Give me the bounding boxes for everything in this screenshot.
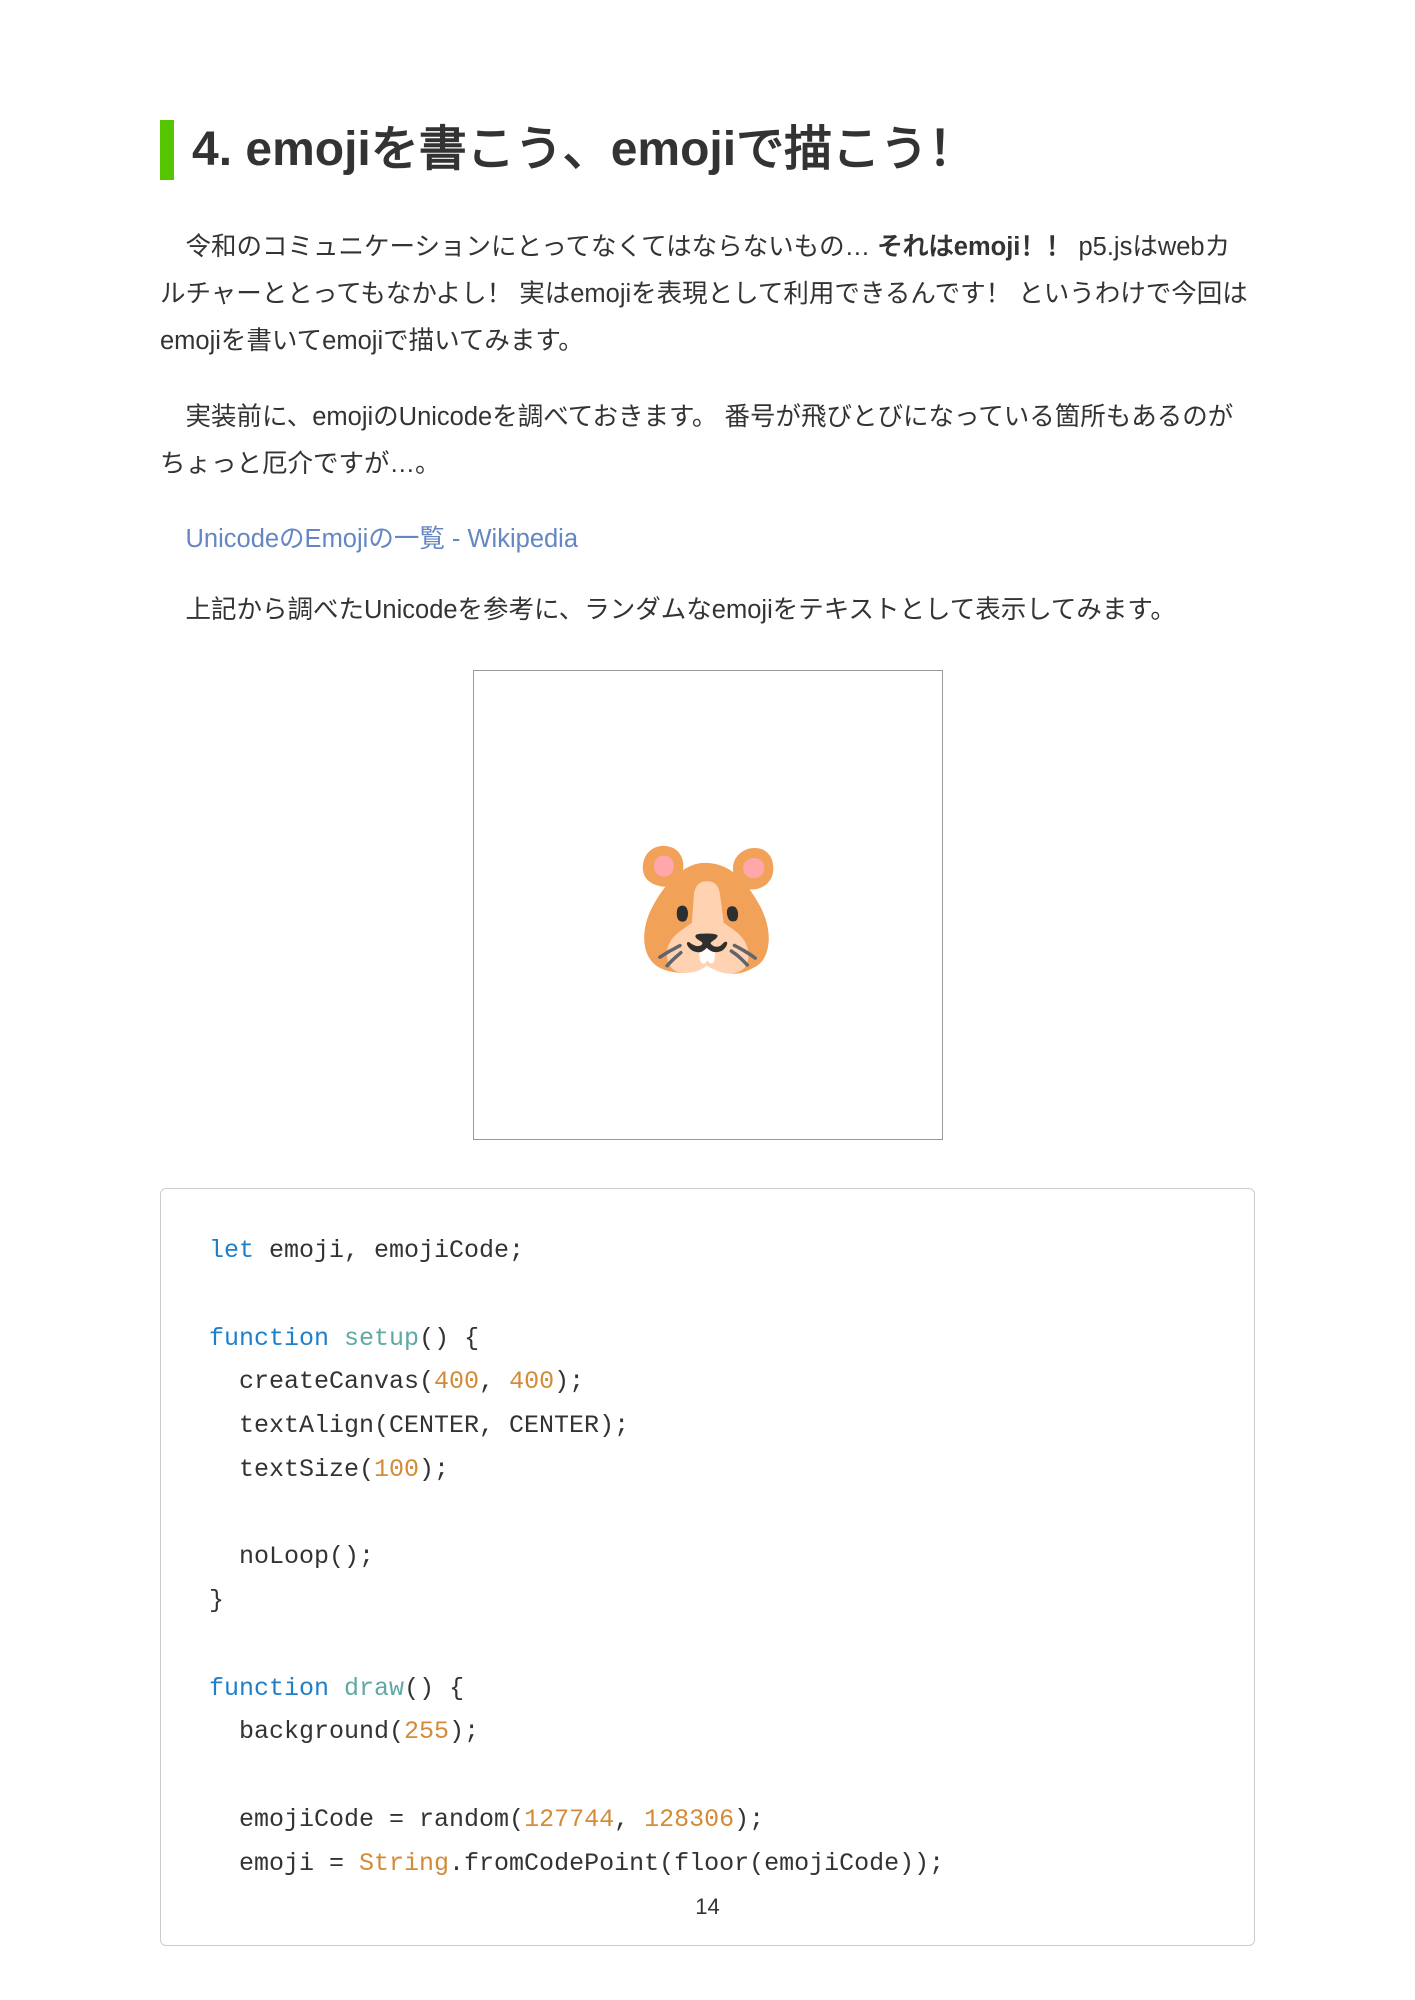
heading-text: 4. emojiを書こう、emojiで描こう！ bbox=[192, 120, 976, 180]
code-block: let emoji, emojiCode; function setup() {… bbox=[160, 1188, 1255, 1946]
code-token: , bbox=[479, 1367, 509, 1396]
paragraph-1-emphasis: それはemoji！！ bbox=[877, 233, 1071, 261]
code-token: ); bbox=[449, 1717, 479, 1746]
code-token: 128306 bbox=[644, 1805, 734, 1834]
code-token: textSize( bbox=[209, 1455, 374, 1484]
code-token: emoji = bbox=[209, 1849, 359, 1878]
code-token: () { bbox=[419, 1324, 479, 1353]
code-token: 400 bbox=[434, 1367, 479, 1396]
code-token: textAlign(CENTER, CENTER); bbox=[209, 1411, 629, 1440]
code-token bbox=[329, 1674, 344, 1703]
code-token: , bbox=[614, 1805, 644, 1834]
document-page: 4. emojiを書こう、emojiで描こう！ 令和のコミュニケーションにとって… bbox=[0, 0, 1415, 2000]
paragraph-2: 実装前に、emojiのUnicodeを調べておきます。 番号が飛びとびになってい… bbox=[160, 394, 1255, 488]
code-token: draw bbox=[344, 1674, 404, 1703]
page-number: 14 bbox=[0, 1894, 1415, 1920]
heading-accent-bar bbox=[160, 120, 174, 180]
code-token bbox=[329, 1324, 344, 1353]
code-token: noLoop(); bbox=[209, 1542, 374, 1571]
canvas-preview-wrap: 🐹 bbox=[160, 670, 1255, 1140]
code-token: createCanvas( bbox=[209, 1367, 434, 1396]
code-token: 400 bbox=[509, 1367, 554, 1396]
code-token: .fromCodePoint(floor(emojiCode)); bbox=[449, 1849, 944, 1878]
code-token: 255 bbox=[404, 1717, 449, 1746]
code-token: setup bbox=[344, 1324, 419, 1353]
code-token: ); bbox=[734, 1805, 764, 1834]
code-token: () { bbox=[404, 1674, 464, 1703]
emoji-preview-glyph: 🐹 bbox=[623, 838, 791, 973]
code-token: String bbox=[359, 1849, 449, 1878]
paragraph-1-part-a: 令和のコミュニケーションにとってなくてはならないもの… bbox=[186, 233, 878, 261]
code-token: let bbox=[209, 1236, 254, 1265]
canvas-preview: 🐹 bbox=[473, 670, 943, 1140]
code-token: } bbox=[209, 1586, 224, 1615]
paragraph-3: 上記から調べたUnicodeを参考に、ランダムなemojiをテキストとして表示し… bbox=[186, 587, 1256, 634]
paragraph-1: 令和のコミュニケーションにとってなくてはならないもの… それはemoji！！ p… bbox=[160, 224, 1255, 366]
section-heading: 4. emojiを書こう、emojiで描こう！ bbox=[160, 120, 1255, 180]
code-token: 100 bbox=[374, 1455, 419, 1484]
code-token: ); bbox=[554, 1367, 584, 1396]
code-token: function bbox=[209, 1674, 329, 1703]
code-token: background( bbox=[209, 1717, 404, 1746]
wikipedia-link[interactable]: UnicodeのEmojiの一覧 - Wikipedia bbox=[186, 516, 579, 563]
code-token: function bbox=[209, 1324, 329, 1353]
code-token: emoji, emojiCode; bbox=[254, 1236, 524, 1265]
code-token: emojiCode = random( bbox=[209, 1805, 524, 1834]
code-token: 127744 bbox=[524, 1805, 614, 1834]
code-token: ); bbox=[419, 1455, 449, 1484]
